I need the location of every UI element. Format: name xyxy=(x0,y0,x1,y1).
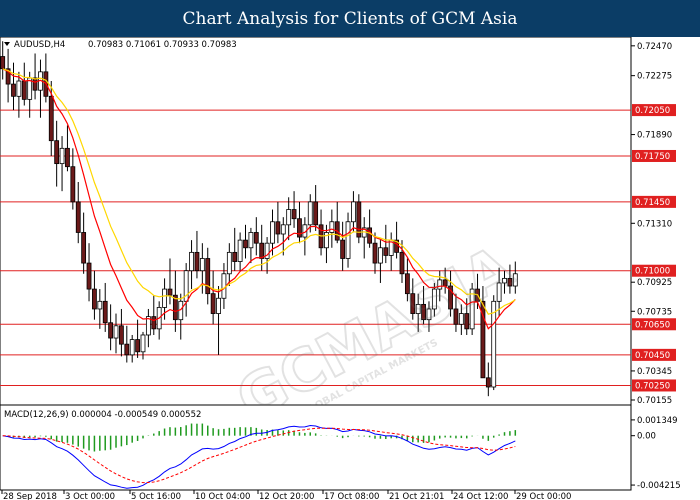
candle-body xyxy=(205,258,211,295)
price-tick-label: 0.72275 xyxy=(637,72,672,82)
candle-body xyxy=(351,201,356,223)
level-tag-label: 0.71750 xyxy=(635,152,670,162)
level-tag-label: 0.70250 xyxy=(635,381,670,391)
price-tick-label: 0.72470 xyxy=(637,42,672,52)
price-tick-label: 0.70155 xyxy=(637,396,672,406)
price-tick-label: 0.70345 xyxy=(637,367,672,377)
candle-body xyxy=(140,334,146,353)
candle-body xyxy=(32,77,38,91)
candle-body xyxy=(86,262,92,290)
candle-body xyxy=(81,232,87,264)
candle-body xyxy=(291,209,297,220)
candle-body xyxy=(248,232,254,249)
level-tag-label: 0.71450 xyxy=(635,198,670,208)
macd-label: MACD(12,26,9) 0.000004 -0.000549 0.00055… xyxy=(4,410,201,420)
price-tick-label: 0.71890 xyxy=(637,131,672,141)
candle-body xyxy=(340,239,346,259)
time-tick-label: 24 Oct 12:00 xyxy=(453,492,508,500)
candle-body xyxy=(232,251,238,262)
candle-body xyxy=(167,288,173,296)
time-tick-label: 17 Oct 08:00 xyxy=(324,492,379,500)
candle-body xyxy=(399,251,405,275)
candle-body xyxy=(16,80,22,97)
candle-body xyxy=(92,288,97,310)
candle-body xyxy=(194,251,200,272)
candle-body xyxy=(189,251,194,272)
candle-body xyxy=(270,221,275,244)
candle-body xyxy=(0,56,6,70)
candle-body xyxy=(48,95,54,142)
time-axis: 28 Sep 2018 3 Oct 00:00 5 Oct 16:00 10 Oct … xyxy=(1,490,571,500)
candle-body xyxy=(162,288,167,308)
level-tag-label: 0.71000 xyxy=(635,267,670,277)
macd-tick-label: 0.00 xyxy=(637,432,656,442)
candle-body xyxy=(124,343,130,356)
candle-body xyxy=(226,251,232,275)
candle-body xyxy=(372,242,378,264)
candle-body xyxy=(21,80,27,100)
level-tag-label: 0.72050 xyxy=(635,106,670,116)
candle-body xyxy=(491,300,497,388)
candle-body xyxy=(243,239,248,249)
price-tick-label: 0.70925 xyxy=(637,278,672,288)
candle-body xyxy=(113,325,119,339)
candle-body xyxy=(237,239,243,262)
time-tick-label: 21 Oct 21:01 xyxy=(389,492,444,500)
candle-body xyxy=(367,227,373,244)
time-tick-label: 28 Sep 2018 xyxy=(3,492,57,500)
candle-body xyxy=(102,300,108,324)
time-tick-label: 3 Oct 00:00 xyxy=(65,492,115,500)
macd-panel: MACD(12,26,9) 0.000004 -0.000549 0.00055… xyxy=(0,404,681,491)
price-chart[interactable]: AUDUSD,H4 0.70983 0.71061 0.70933 0.7098… xyxy=(0,37,700,500)
price-tick-label: 0.71310 xyxy=(637,219,672,229)
candle-body xyxy=(119,325,124,345)
candle-body xyxy=(54,140,60,165)
time-tick-label: 12 Oct 20:00 xyxy=(259,492,314,500)
time-tick-label: 29 Oct 00:00 xyxy=(516,492,571,500)
level-price-tags: 0.72050 0.71750 0.71450 0.71000 0.70650 0.704… xyxy=(632,104,676,392)
candle-body xyxy=(129,339,135,356)
candle-body xyxy=(65,147,70,168)
candle-body xyxy=(280,224,286,235)
candle-body xyxy=(59,147,65,165)
candle-body xyxy=(210,293,216,314)
candle-body xyxy=(216,297,221,314)
macd-tick-label: 0.001349 xyxy=(637,416,678,426)
candle-body xyxy=(313,201,319,226)
macd-axis-ticks: 0.001349 0.00 -0.004215 xyxy=(631,416,681,491)
ohlc-values: 0.70983 0.71061 0.70933 0.70983 xyxy=(88,40,237,50)
level-tag-label: 0.70650 xyxy=(635,320,670,330)
candle-body xyxy=(253,232,259,244)
time-tick-label: 10 Oct 04:00 xyxy=(195,492,250,500)
candle-body xyxy=(383,247,389,256)
candle-body xyxy=(199,258,205,272)
candle-body xyxy=(97,300,103,310)
candle-body xyxy=(11,83,16,97)
candle-body xyxy=(329,221,335,233)
candle-body xyxy=(286,209,292,226)
candle-body xyxy=(345,221,351,259)
chart-banner-title: Chart Analysis for Clients of GCM Asia xyxy=(0,0,700,37)
candle-body xyxy=(485,377,491,388)
macd-tick-label: -0.004215 xyxy=(637,481,681,491)
candle-body xyxy=(75,201,81,233)
candle-body xyxy=(108,322,114,339)
ohlc-header: AUDUSD,H4 0.70983 0.71061 0.70933 0.7098… xyxy=(4,40,237,50)
candle-body xyxy=(70,166,76,203)
candle-body xyxy=(151,316,157,330)
candle-body xyxy=(259,242,265,259)
candle-body xyxy=(378,247,383,264)
candle-body xyxy=(275,221,281,235)
price-tick-label: 0.70735 xyxy=(637,307,672,317)
candle-body xyxy=(135,339,140,353)
candle-body xyxy=(307,201,313,226)
symbol-label: AUDUSD,H4 xyxy=(14,40,65,50)
time-tick-label: 5 Oct 16:00 xyxy=(131,492,181,500)
level-tag-label: 0.70450 xyxy=(635,351,670,361)
